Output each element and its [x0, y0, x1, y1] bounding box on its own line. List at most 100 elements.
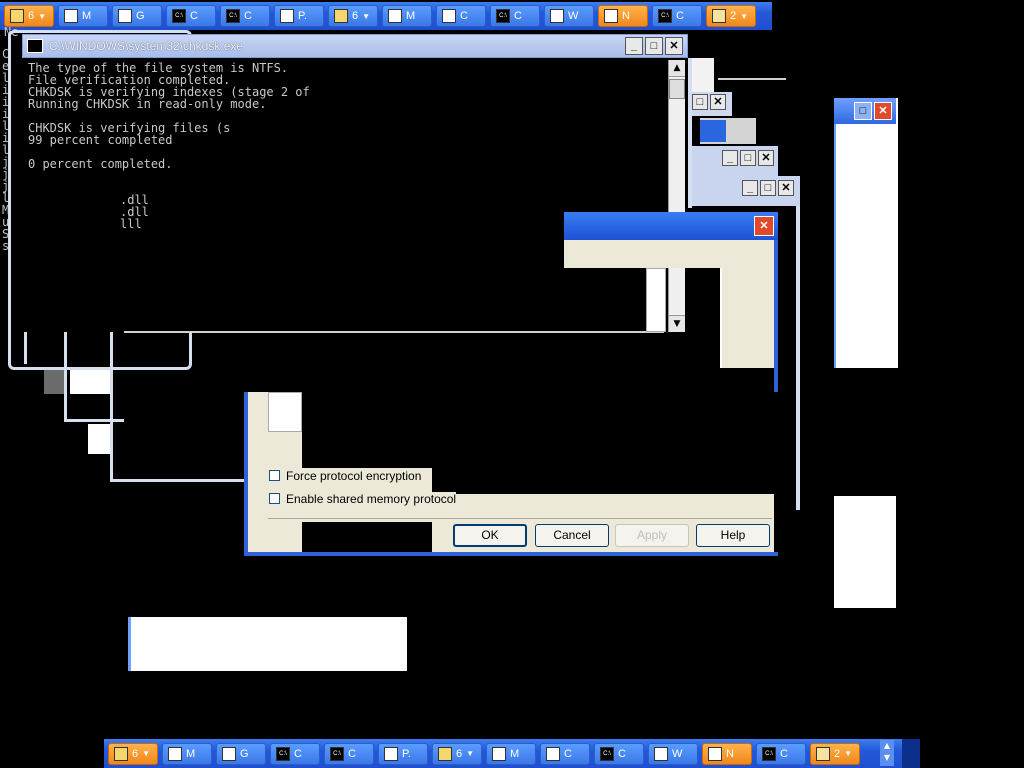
taskbar-scroll[interactable]: ▲ ▼ [880, 740, 894, 766]
taskbar-button[interactable]: C:\ C [220, 5, 270, 27]
help-button[interactable]: Help [696, 524, 770, 547]
chkdsk-window[interactable]: C:\WINDOWS\system32\chkdsk.exe _ □ ✕ The… [22, 34, 688, 332]
taskbar-button[interactable]: W [648, 742, 698, 765]
network-icon [550, 9, 564, 23]
dialog-bottom-border [244, 552, 778, 556]
close-icon[interactable]: ✕ [778, 180, 794, 196]
taskbar-button[interactable]: C:\ C [270, 742, 320, 765]
background-panel [88, 424, 110, 454]
chevron-down-icon: ▼ [466, 749, 475, 758]
properties-dialog-titlebar[interactable]: ✕ [564, 212, 778, 240]
taskbar-button[interactable]: C:\ C [166, 5, 216, 27]
properties-dialog-body [564, 240, 778, 268]
background-panel [834, 496, 896, 608]
taskbar-button-label: C [514, 10, 522, 22]
background-window [700, 120, 726, 142]
taskbar-button-label: 6 [132, 747, 139, 760]
taskbar-button-label: C [348, 747, 356, 760]
taskbar-button[interactable]: 2 ▼ [810, 742, 860, 765]
taskbar-button[interactable]: C:\ C [756, 742, 806, 765]
taskbar-button-label: M [186, 747, 196, 760]
cmd-icon: C:\ [658, 9, 672, 23]
taskbar-button[interactable]: C:\ C [324, 742, 374, 765]
chkdsk-scrollbar[interactable]: ▲ ▼ [668, 60, 685, 332]
taskbar-button[interactable]: C [436, 5, 486, 27]
chkdsk-title: C:\WINDOWS\system32\chkdsk.exe [49, 39, 244, 53]
taskbar-button[interactable]: N [702, 742, 752, 765]
taskbar-button-label: C [244, 10, 252, 22]
taskbar-button-label: C [460, 10, 468, 22]
maximize-icon[interactable]: □ [645, 37, 663, 55]
taskbar-button[interactable]: 2 ▼ [706, 5, 756, 27]
taskbar-button[interactable]: M [382, 5, 432, 27]
scroll-down-arrow-icon[interactable]: ▼ [669, 315, 685, 332]
close-icon[interactable]: ✕ [754, 216, 774, 236]
app-icon [118, 9, 132, 23]
taskbar-button[interactable]: 6 ▼ [432, 742, 482, 765]
taskbar-button[interactable]: P. [274, 5, 324, 27]
taskbar-button-label: N [726, 747, 734, 760]
maximize-icon[interactable]: □ [740, 150, 756, 166]
background-window [834, 98, 898, 368]
background-line [718, 78, 786, 80]
close-icon[interactable]: ✕ [665, 37, 683, 55]
taskbar-button[interactable]: W [544, 5, 594, 27]
scroll-up-arrow-icon[interactable]: ▲ [880, 740, 894, 752]
taskbar-button-label: 2 [834, 747, 841, 760]
minimize-icon[interactable]: _ [625, 37, 643, 55]
network-icon [64, 9, 78, 23]
taskbar-button[interactable]: 6 ▼ [108, 742, 158, 765]
taskbar-button-label: 6 [28, 10, 35, 22]
apply-button[interactable]: Apply [615, 524, 689, 547]
dialog-face [248, 392, 270, 556]
scroll-thumb[interactable] [669, 79, 685, 99]
taskbar-button[interactable]: C [540, 742, 590, 765]
taskbar-button-label: G [240, 747, 249, 760]
taskbar-button[interactable]: C:\ C [594, 742, 644, 765]
ok-button[interactable]: OK [453, 524, 527, 547]
taskbar-button-label: 6 [352, 10, 359, 22]
taskbar-button[interactable]: G [216, 742, 266, 765]
taskbar-button[interactable]: 6 ▼ [328, 5, 378, 27]
taskbar-button[interactable]: 6 ▼ [4, 5, 54, 27]
background-window-frame [110, 330, 250, 482]
chkdsk-titlebar[interactable]: C:\WINDOWS\system32\chkdsk.exe _ □ ✕ [22, 34, 688, 58]
taskbar-button[interactable]: N [598, 5, 648, 27]
taskbar-button[interactable]: M [58, 5, 108, 27]
shared-memory-checkbox[interactable] [269, 493, 280, 504]
chevron-down-icon: ▼ [362, 11, 371, 21]
cmd-icon: C:\ [762, 746, 776, 761]
close-icon[interactable]: ✕ [758, 150, 774, 166]
taskbar-button-label: M [82, 10, 92, 22]
maximize-icon[interactable]: □ [692, 94, 708, 110]
minimize-icon[interactable]: _ [742, 180, 758, 196]
scroll-down-arrow-icon[interactable]: ▼ [880, 752, 894, 764]
minimize-icon[interactable]: _ [722, 150, 738, 166]
background-window: _ □ ✕ [692, 176, 800, 206]
folder-icon [10, 9, 24, 23]
chkdsk-output: The type of the file system is NTFS. File… [28, 62, 668, 322]
taskbar-button[interactable]: C:\ C [652, 5, 702, 27]
background-panel [44, 370, 64, 394]
console-line: 99 percent completed [28, 133, 173, 147]
network-icon [388, 9, 402, 23]
scroll-up-arrow-icon[interactable]: ▲ [669, 60, 685, 77]
folder-icon [114, 746, 128, 761]
taskbar-button[interactable]: P. [378, 742, 428, 765]
cmd-icon: C:\ [496, 9, 510, 23]
force-encryption-checkbox[interactable] [269, 470, 280, 481]
close-icon[interactable]: ✕ [710, 94, 726, 110]
chkdsk-bottom-border [124, 331, 664, 333]
taskbar-button[interactable]: C:\ C [490, 5, 540, 27]
taskbar-button[interactable]: M [486, 742, 536, 765]
maximize-icon[interactable]: □ [854, 102, 872, 120]
maximize-icon[interactable]: □ [760, 180, 776, 196]
cancel-button[interactable]: Cancel [535, 524, 609, 547]
close-icon[interactable]: ✕ [874, 102, 892, 120]
taskbar-button[interactable]: G [112, 5, 162, 27]
taskbar-button[interactable]: M [162, 742, 212, 765]
bottom-taskbar: 6 ▼ M G C:\ C C:\ C P. 6 ▼ M C C:\ C W N C:\ C 2 ▼ [104, 739, 920, 768]
taskbar-button-label: G [136, 10, 145, 22]
background-window-titlebar: □ ✕ [834, 98, 896, 124]
